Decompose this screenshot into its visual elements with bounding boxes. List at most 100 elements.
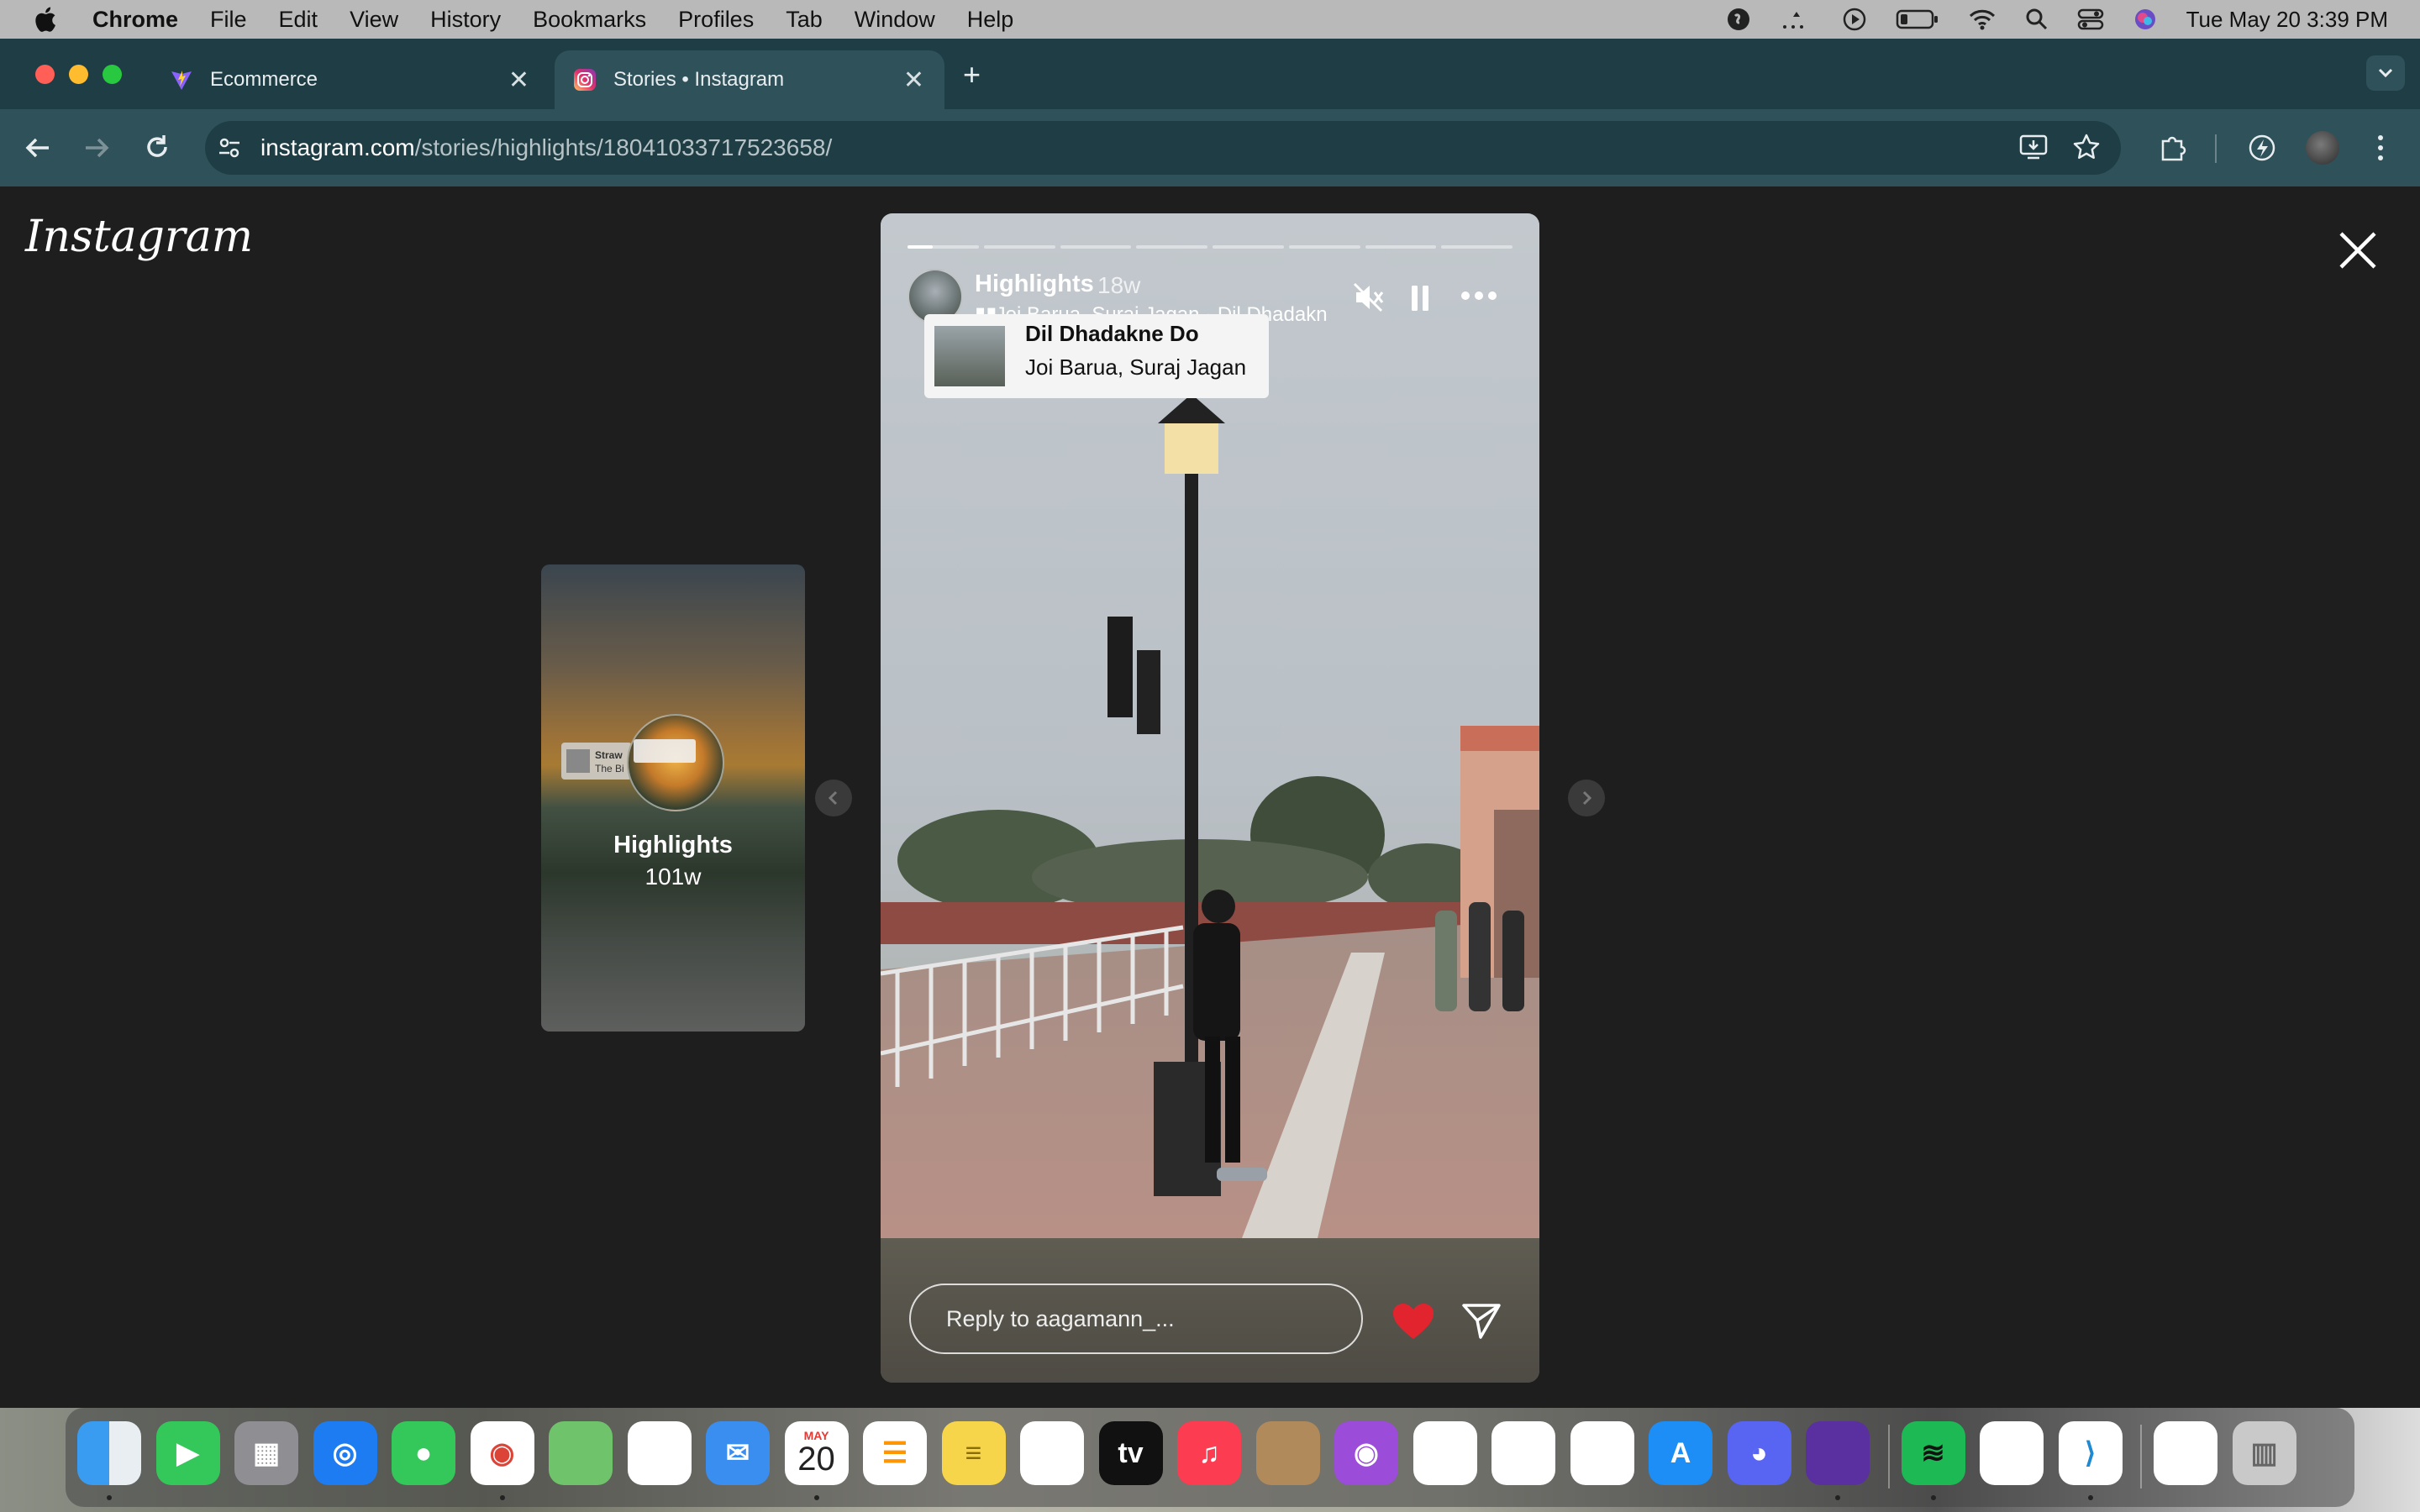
pages-icon[interactable]	[1570, 1421, 1634, 1485]
back-arrow-icon[interactable]	[24, 134, 52, 161]
window-minimize-button[interactable]	[69, 65, 88, 84]
mail-icon[interactable]: ✉	[706, 1421, 770, 1485]
window-maximize-button[interactable]	[103, 65, 122, 84]
tab-instagram-stories[interactable]: Stories • Instagram ✕	[555, 50, 944, 109]
new-tab-button[interactable]: +	[963, 57, 981, 92]
story-viewer[interactable]: Highlights 18w ▮▮ Joi Barua, Suraj Jagan…	[881, 213, 1539, 1383]
menubar-clock[interactable]: Tue May 20 3:39 PM	[2186, 7, 2388, 33]
appletv-icon-glyph: tv	[1118, 1436, 1144, 1469]
menu-edit[interactable]: Edit	[279, 7, 318, 33]
site-info-icon[interactable]	[217, 135, 242, 160]
music-sticker[interactable]: Dil Dhadakne Do Joi Barua, Suraj Jagan	[924, 314, 1269, 398]
siri-icon[interactable]	[2133, 7, 2158, 32]
menu-file[interactable]: File	[210, 7, 247, 33]
textedit-icon[interactable]	[1980, 1421, 2044, 1485]
notes-icon[interactable]: ≡	[941, 1421, 1006, 1485]
contacts-icon[interactable]	[1255, 1421, 1320, 1485]
extensions-icon[interactable]	[2158, 133, 2188, 163]
preview-icon[interactable]	[2154, 1421, 2217, 1485]
menu-app-name[interactable]: Chrome	[92, 7, 178, 33]
firefox-icon[interactable]	[1806, 1421, 1870, 1485]
menu-help[interactable]: Help	[967, 7, 1014, 33]
play-circle-icon[interactable]	[1842, 7, 1867, 32]
menu-profiles[interactable]: Profiles	[678, 7, 754, 33]
trash-icon[interactable]: ▥	[2232, 1421, 2296, 1485]
control-center-icon[interactable]	[2077, 8, 2104, 31]
running-indicator	[499, 1495, 505, 1500]
menu-history[interactable]: History	[430, 7, 501, 33]
next-story-button[interactable]	[1568, 780, 1605, 816]
spotlight-search-icon[interactable]	[2025, 8, 2049, 31]
reply-field[interactable]	[909, 1284, 1363, 1354]
facetime-icon[interactable]: ▶	[155, 1421, 220, 1485]
dots-status-icon[interactable]	[1780, 7, 1813, 32]
forward-arrow-icon[interactable]	[82, 134, 111, 161]
discord-icon-glyph: ◕	[1750, 1436, 1768, 1469]
reload-icon[interactable]	[143, 133, 171, 161]
instagram-logo[interactable]: Instagram	[25, 212, 253, 262]
tab-ecommerce[interactable]: Ecommerce ✕	[151, 50, 550, 109]
highlight-avatar	[627, 714, 724, 811]
appletv-icon[interactable]: tv	[1098, 1421, 1163, 1485]
vscode-icon[interactable]: ⟩	[2058, 1421, 2123, 1485]
previous-story-button[interactable]	[815, 780, 852, 816]
tab-search-button[interactable]	[2366, 55, 2405, 91]
music-icon[interactable]: ♫	[1177, 1421, 1241, 1485]
numbers-icon[interactable]	[1491, 1421, 1555, 1485]
vite-logo-icon	[171, 71, 192, 90]
performance-icon[interactable]	[2247, 133, 2277, 163]
album-art	[934, 326, 1005, 386]
tab-close-icon[interactable]: ✕	[508, 66, 529, 95]
story-progress-segment	[1441, 245, 1512, 249]
dock-separator	[1887, 1425, 1890, 1488]
music-sticker-thumb-2	[634, 739, 696, 763]
address-bar[interactable]: instagram.com/stories/highlights/1804103…	[205, 121, 2121, 175]
podcasts-icon[interactable]: ◉	[1334, 1421, 1398, 1485]
reply-input[interactable]	[944, 1305, 1334, 1333]
trash-icon-glyph: ▥	[2250, 1437, 2278, 1469]
story-username[interactable]: Highlights	[975, 270, 1094, 298]
music-sticker-subtitle: The Bi	[595, 763, 624, 774]
mail-icon-glyph: ✉	[725, 1437, 750, 1469]
spotify-icon[interactable]: ≋	[1901, 1421, 1965, 1485]
battery-icon[interactable]	[1896, 8, 1939, 30]
appstore-icon[interactable]: A	[1649, 1421, 1712, 1485]
keynote-icon[interactable]	[1413, 1421, 1477, 1485]
finder-icon[interactable]	[77, 1421, 141, 1485]
story-progress-segment	[983, 245, 1055, 249]
more-options-icon[interactable]	[1460, 289, 1497, 302]
launchpad-icon[interactable]: ▦	[234, 1421, 298, 1485]
safari-icon[interactable]: ◎	[313, 1421, 377, 1485]
calendar-icon[interactable]: MAY 20	[784, 1421, 849, 1485]
muted-speaker-icon[interactable]	[1353, 282, 1385, 312]
reminders-icon[interactable]: ☰	[863, 1421, 927, 1485]
freeform-icon[interactable]	[1020, 1421, 1084, 1485]
url-text[interactable]: instagram.com/stories/highlights/1804103…	[260, 134, 832, 161]
chrome-icon[interactable]: ◉	[470, 1421, 534, 1485]
tab-close-icon[interactable]: ✕	[903, 66, 924, 95]
chevron-down-icon	[2378, 68, 2393, 78]
menu-view[interactable]: View	[350, 7, 398, 33]
window-close-button[interactable]	[35, 65, 55, 84]
heart-like-icon[interactable]	[1392, 1302, 1435, 1341]
shazam-icon[interactable]	[1726, 7, 1751, 32]
profile-avatar[interactable]	[2306, 131, 2339, 165]
photos-icon[interactable]	[627, 1421, 692, 1485]
close-icon[interactable]	[2336, 228, 2380, 272]
menu-bookmarks[interactable]: Bookmarks	[533, 7, 646, 33]
previous-highlight-card[interactable]: Straw The Bi Highlights 101w	[541, 564, 805, 1032]
menu-tab[interactable]: Tab	[786, 7, 823, 33]
discord-icon[interactable]: ◕	[1727, 1421, 1791, 1485]
kebab-menu-icon[interactable]	[2375, 133, 2386, 163]
bookmark-star-icon[interactable]	[2072, 133, 2101, 161]
apple-logo-icon[interactable]	[32, 5, 57, 34]
maps-icon[interactable]	[549, 1421, 613, 1485]
wifi-icon[interactable]	[1968, 8, 1996, 31]
menu-window[interactable]: Window	[855, 7, 935, 33]
tab-title: Stories • Instagram	[613, 68, 785, 91]
share-send-icon[interactable]	[1460, 1300, 1502, 1341]
music-sticker-thumb: Straw The Bi	[561, 743, 632, 780]
install-app-icon[interactable]	[2018, 133, 2049, 161]
pause-icon[interactable]	[1410, 284, 1430, 312]
messages-icon[interactable]: ●	[392, 1421, 455, 1485]
